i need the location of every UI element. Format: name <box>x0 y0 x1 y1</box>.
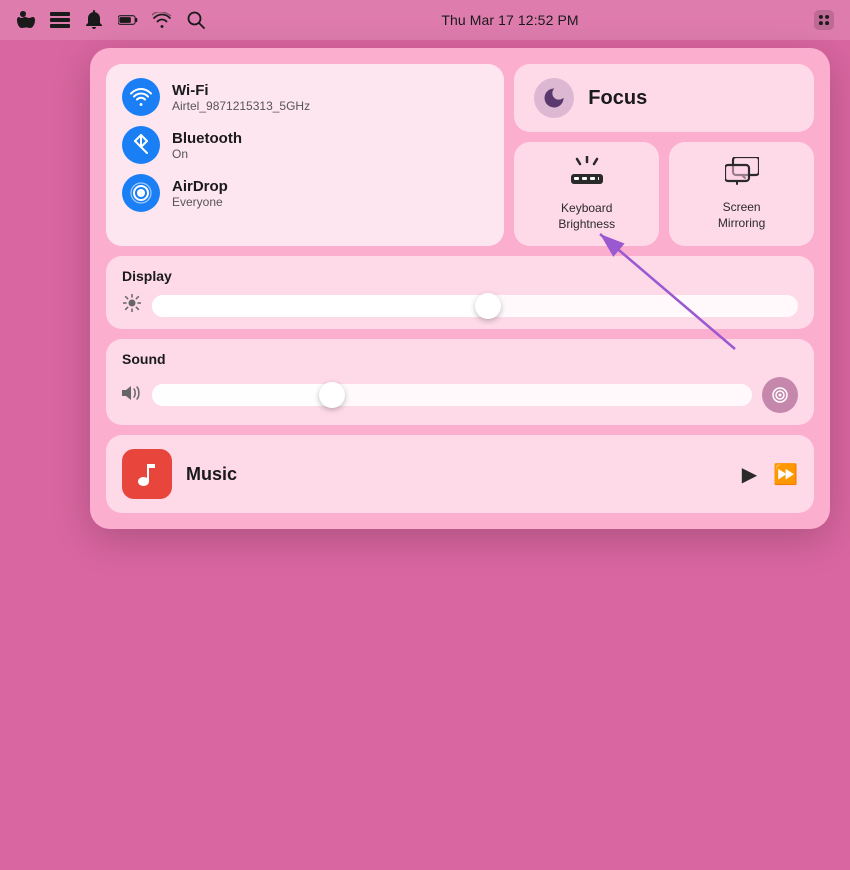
bluetooth-text: Bluetooth On <box>172 130 242 161</box>
focus-moon-icon <box>534 78 574 118</box>
music-controls: ▶ ⏩ <box>742 462 798 487</box>
airdrop-label: AirDrop <box>172 178 228 195</box>
display-slider-row <box>122 294 798 317</box>
network-tile: Wi-Fi Airtel_9871215313_5GHz Bluetooth <box>106 64 504 246</box>
sound-label: Sound <box>122 351 798 367</box>
airdrop-status: Everyone <box>172 195 228 209</box>
datetime-display: Thu Mar 17 12:52 PM <box>441 12 578 28</box>
bottom-right-tiles: KeyboardBrightness <box>514 142 814 246</box>
wifi-network-name: Airtel_9871215313_5GHz <box>172 99 310 113</box>
sound-slider[interactable] <box>152 384 752 406</box>
wifi-menubar-icon[interactable] <box>152 10 172 30</box>
battery-icon[interactable] <box>118 10 138 30</box>
airplay-button[interactable] <box>762 377 798 413</box>
volume-icon <box>122 385 142 406</box>
wifi-label: Wi-Fi <box>172 82 310 99</box>
search-menubar-icon[interactable] <box>186 10 206 30</box>
wifi-icon-circle <box>122 78 160 116</box>
airdrop-icon-circle <box>122 174 160 212</box>
keyboard-brightness-icon <box>569 156 605 193</box>
airdrop-text: AirDrop Everyone <box>172 178 228 209</box>
bluetooth-item[interactable]: Bluetooth On <box>122 126 488 164</box>
apple-menu-icon[interactable] <box>16 10 36 30</box>
menubar-left <box>16 10 206 30</box>
music-label: Music <box>186 464 728 485</box>
bluetooth-status: On <box>172 147 242 161</box>
sound-section: Sound <box>106 339 814 425</box>
menubar: Thu Mar 17 12:52 PM <box>0 0 850 40</box>
focus-label: Focus <box>588 87 647 110</box>
menubar-right <box>814 10 834 30</box>
music-app-icon <box>122 449 172 499</box>
brightness-icon <box>122 294 142 317</box>
display-label: Display <box>122 268 798 284</box>
music-section: Music ▶ ⏩ <box>106 435 814 513</box>
bluetooth-icon-circle <box>122 126 160 164</box>
control-center-panel: Wi-Fi Airtel_9871215313_5GHz Bluetooth <box>90 48 830 529</box>
focus-tile[interactable]: Focus <box>514 64 814 132</box>
bluetooth-label: Bluetooth <box>172 130 242 147</box>
wifi-item[interactable]: Wi-Fi Airtel_9871215313_5GHz <box>122 78 488 116</box>
display-slider[interactable] <box>152 295 798 317</box>
fast-forward-button[interactable]: ⏩ <box>773 462 798 487</box>
notification-icon[interactable] <box>84 10 104 30</box>
play-button[interactable]: ▶ <box>742 462 757 487</box>
taskbar-icon[interactable] <box>50 10 70 30</box>
wifi-text: Wi-Fi Airtel_9871215313_5GHz <box>172 82 310 113</box>
display-section: Display <box>106 256 814 329</box>
screen-mirroring-icon <box>725 157 759 192</box>
right-tiles: Focus <box>514 64 814 246</box>
sound-slider-row <box>122 377 798 413</box>
keyboard-brightness-tile[interactable]: KeyboardBrightness <box>514 142 659 246</box>
screen-mirroring-label: ScreenMirroring <box>718 200 765 231</box>
screen-mirroring-tile[interactable]: ScreenMirroring <box>669 142 814 246</box>
keyboard-brightness-label: KeyboardBrightness <box>558 201 615 232</box>
airdrop-item[interactable]: AirDrop Everyone <box>122 174 488 212</box>
control-center-toggle[interactable] <box>814 10 834 30</box>
top-row: Wi-Fi Airtel_9871215313_5GHz Bluetooth <box>106 64 814 246</box>
